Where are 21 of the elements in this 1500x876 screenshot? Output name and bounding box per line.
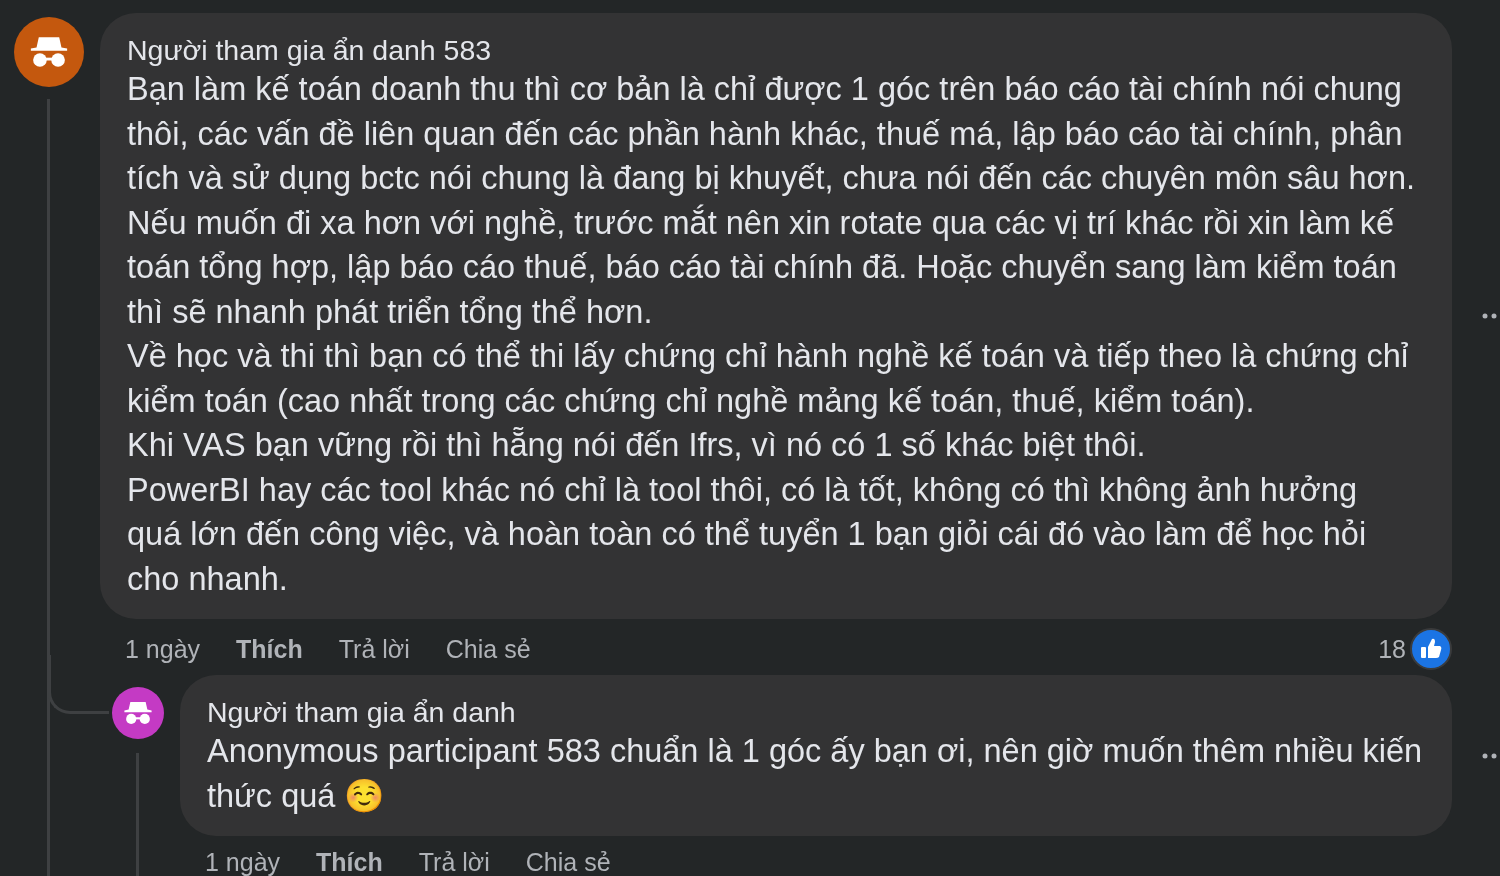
share-link[interactable]: Chia sẻ bbox=[525, 847, 611, 876]
comment-text: Khi VAS bạn vững rồi thì hẵng nói đến Ifrs, vì nó có 1 số khác biệt thôi. bbox=[127, 426, 1147, 465]
reaction-count[interactable]: 18 bbox=[1378, 634, 1406, 664]
thumbs-up-icon bbox=[1410, 628, 1452, 670]
comment-text: Anonymous participant 583 chuẩn là 1 góc ấy bạn ơi, nên giờ muốn thêm nhiều kiến thức quá ☺ bbox=[207, 733, 1423, 814]
reply-link[interactable]: Trả lời bbox=[418, 847, 490, 876]
comment-text: Về học và thi thì bạn có thể thi lấy chứng chỉ hành nghề kế toán và tiếp theo là chứng chỉ kiểm toán (cao nhất trong các chứng chỉ nghề mảng kế toán, thuế, kiểm toán). bbox=[127, 337, 1410, 421]
share-link[interactable]: Chia sẻ bbox=[445, 634, 531, 664]
timestamp[interactable]: 1 ngày bbox=[125, 634, 201, 664]
comment-text: Bạn làm kế toán doanh thu thì cơ bản là chỉ được 1 góc trên báo cáo tài chính nói chung thôi, các vấn đề liên quan đến các phần hành khác, thuế má, lập báo cáo tài chính, phân tích và sử dụng bctc nói chung là đang bị khuyết, chưa nói đến các chuyên môn sâu hơn. Nếu muốn đi xa hơn với nghề, trước mắt nên xin rotate qua các vị trí khác rồi xin làm kế toán tổng hợp, lập báo cáo thuế, báo cáo tài chính đã. Hoặc chuyển sang làm kiểm toán thì sẽ nhanh phát triển tổng thể hơn. bbox=[127, 70, 1416, 332]
incognito-icon bbox=[121, 700, 155, 726]
author-name[interactable]: Người tham gia ẩn danh 583 bbox=[127, 33, 492, 67]
timestamp[interactable]: 1 ngày bbox=[205, 847, 281, 876]
avatar[interactable] bbox=[112, 687, 164, 739]
like-link[interactable]: Thích bbox=[236, 634, 303, 664]
author-name[interactable]: Người tham gia ẩn danh bbox=[207, 695, 516, 729]
like-link[interactable]: Thích bbox=[316, 847, 383, 876]
reply-link[interactable]: Trả lời bbox=[338, 634, 410, 664]
more-icon[interactable] bbox=[1482, 752, 1498, 759]
comment-text: PowerBI hay các tool khác nó chỉ là tool thôi, có là tốt, không có thì không ảnh hưởng quá lớn đến công việc, và hoàn toàn có thể tuyển 1 bạn giỏi cái đó vào làm để học hỏi cho nhanh. bbox=[127, 470, 1368, 599]
more-icon[interactable] bbox=[1482, 313, 1498, 319]
